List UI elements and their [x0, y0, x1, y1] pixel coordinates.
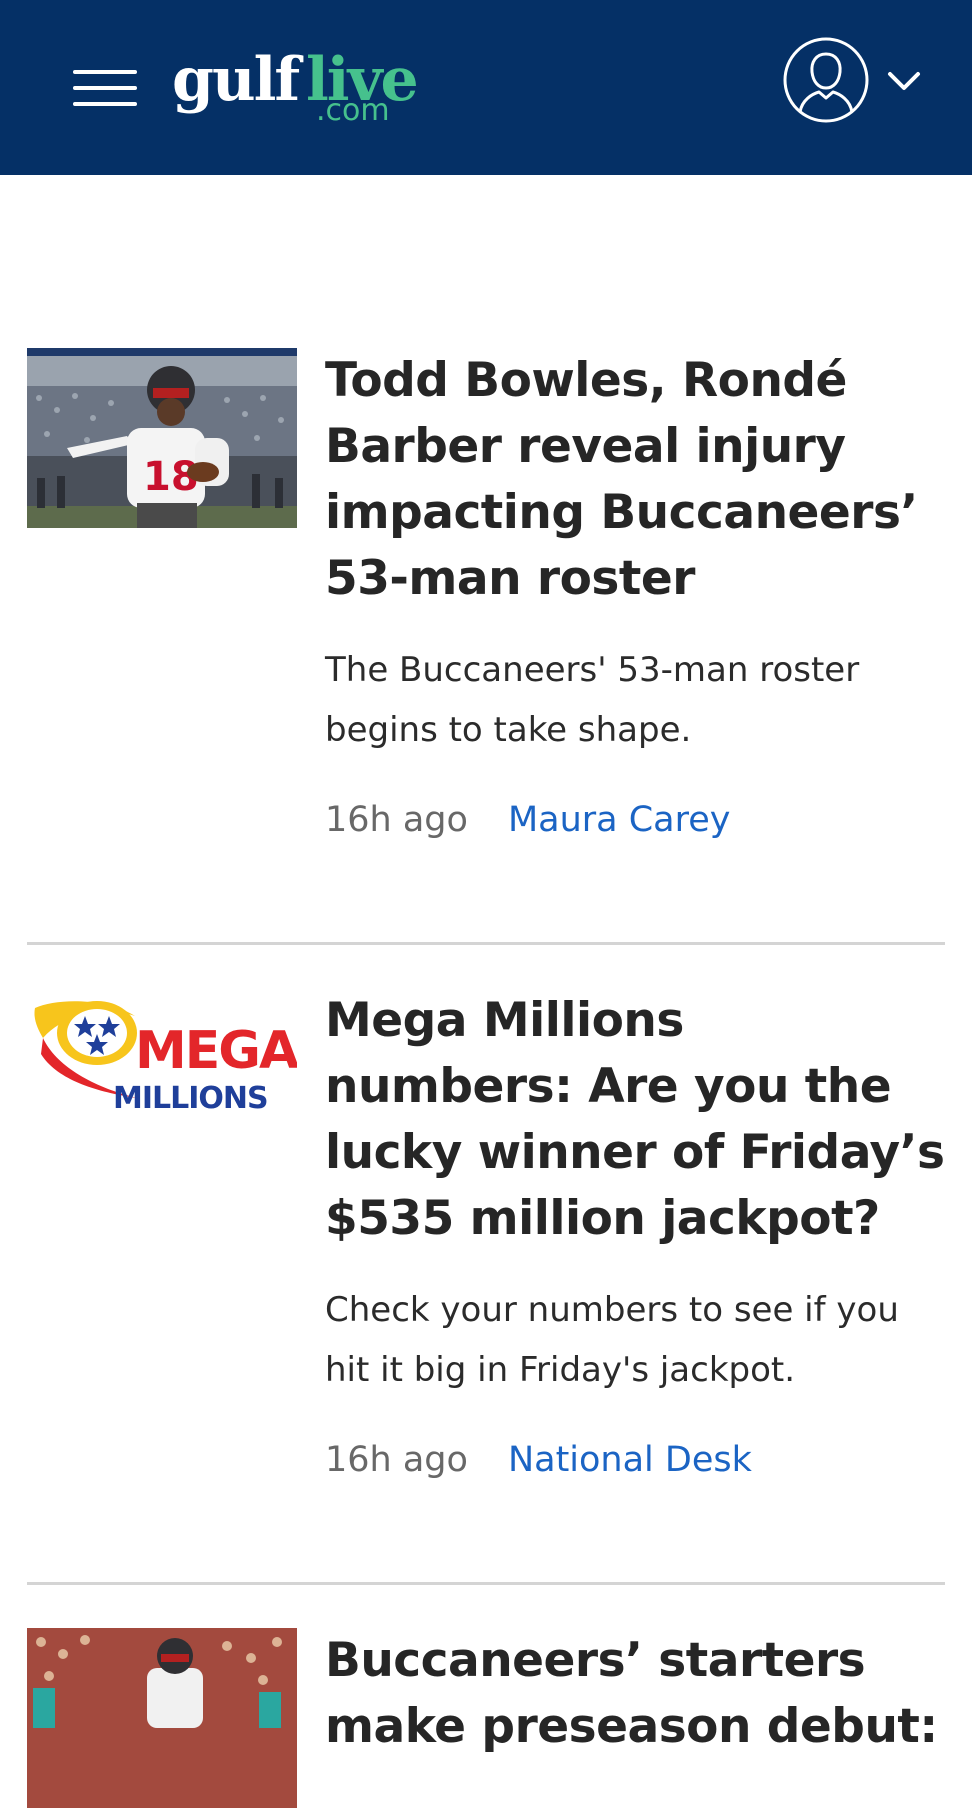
- site-logo[interactable]: gulf live .com: [172, 44, 432, 134]
- site-header: gulf live .com: [0, 0, 972, 175]
- football-game-image: [27, 1628, 297, 1808]
- logo-domain: .com: [316, 93, 390, 128]
- chevron-down-icon: [888, 72, 920, 90]
- article-meta: 16h ago Maura Carey: [325, 800, 730, 840]
- article-thumbnail[interactable]: [27, 1628, 297, 1808]
- article-title[interactable]: Todd Bowles, Rondé Barber reveal injury …: [325, 348, 945, 612]
- article-description: Check your numbers to see if you hit it …: [325, 1290, 899, 1390]
- logo-word-gulf: gulf: [172, 45, 300, 115]
- article-thumbnail[interactable]: 18: [27, 348, 297, 528]
- article-author-link[interactable]: National Desk: [508, 1440, 752, 1480]
- mega-millions-logo-image: MEGA MILLIONS: [27, 988, 297, 1168]
- football-player-image: 18: [27, 348, 297, 528]
- account-menu-button[interactable]: [782, 36, 924, 126]
- divider: [27, 1582, 945, 1585]
- article-thumbnail[interactable]: MEGA MILLIONS: [27, 988, 297, 1168]
- article-card: 18 Todd Bowles, Rondé Barber reveal inju…: [27, 348, 945, 868]
- article-card: Buccaneers’ starters make preseason debu…: [27, 1628, 945, 1808]
- hamburger-menu-button[interactable]: [70, 66, 138, 110]
- article-author-link[interactable]: Maura Carey: [508, 800, 731, 840]
- article-title[interactable]: Mega Millions numbers: Are you the lucky…: [325, 988, 945, 1252]
- menu-bar: [73, 70, 137, 74]
- article-time: 16h ago: [325, 800, 468, 840]
- user-avatar-icon: [783, 37, 869, 123]
- divider: [27, 942, 945, 945]
- article-meta: 16h ago National Desk: [325, 1440, 752, 1480]
- article-title[interactable]: Buccaneers’ starters make preseason debu…: [325, 1628, 945, 1760]
- article-card: MEGA MILLIONS Mega Millions numbers: Are…: [27, 988, 945, 1508]
- article-time: 16h ago: [325, 1440, 468, 1480]
- millions-logo-text: MILLIONS: [113, 1081, 268, 1116]
- article-description: The Buccaneers' 53-man roster begins to …: [325, 650, 860, 750]
- menu-bar: [73, 102, 137, 106]
- menu-bar: [73, 86, 137, 90]
- mega-logo-text: MEGA: [135, 1021, 297, 1081]
